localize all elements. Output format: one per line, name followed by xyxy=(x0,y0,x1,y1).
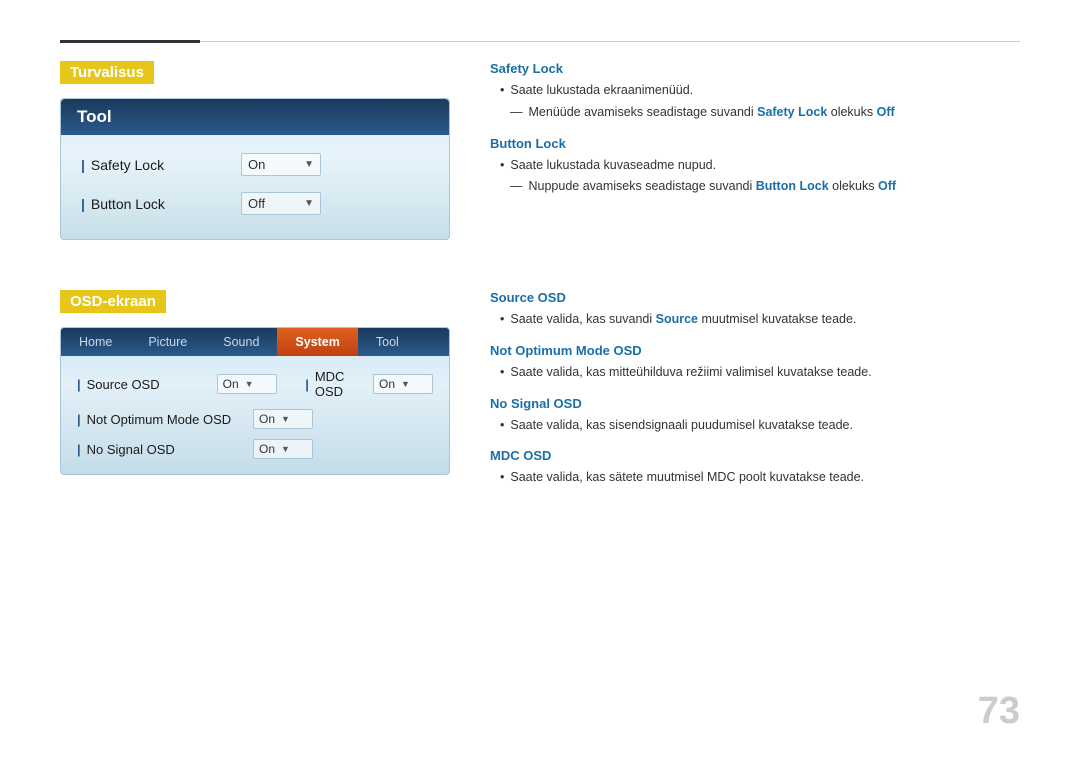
source-osd-select[interactable]: On ▼ xyxy=(217,374,277,394)
safety-lock-arrow-icon: ▼ xyxy=(304,159,314,170)
not-optimum-arrow-icon: ▼ xyxy=(281,414,290,424)
section-turvalisus: Turvalisus Tool Safety Lock On ▼ xyxy=(60,61,1020,240)
osd-row-nosignal: No Signal OSD On ▼ xyxy=(61,434,449,464)
safety-lock-label: Safety Lock xyxy=(81,157,241,173)
top-rule xyxy=(60,40,1020,43)
menu-home[interactable]: Home xyxy=(61,328,130,356)
not-optimum-select[interactable]: On ▼ xyxy=(253,409,313,429)
tool-panel: Tool Safety Lock On ▼ Button Lock xyxy=(60,98,450,240)
button-lock-label: Button Lock xyxy=(81,196,241,212)
tool-panel-body: Safety Lock On ▼ Button Lock Off xyxy=(61,135,449,239)
safety-lock-value: On xyxy=(248,157,296,172)
osd-menubar: Home Picture Sound System Tool xyxy=(61,328,449,356)
button-lock-desc-title: Button Lock xyxy=(490,136,1020,151)
turvalisus-left: Turvalisus Tool Safety Lock On ▼ xyxy=(60,61,450,240)
mdc-osd-desc-title: MDC OSD xyxy=(490,448,1020,463)
no-signal-arrow-icon: ▼ xyxy=(281,444,290,454)
no-signal-desc: No Signal OSD Saate valida, kas sisendsi… xyxy=(490,396,1020,435)
page-number: 73 xyxy=(978,690,1020,733)
menu-tool[interactable]: Tool xyxy=(358,328,417,356)
menu-system[interactable]: System xyxy=(277,328,357,356)
not-optimum-bullet1: Saate valida, kas mitteühilduva režiimi … xyxy=(490,363,1020,382)
tool-row-button: Button Lock Off ▼ xyxy=(61,184,449,223)
safety-lock-desc-title: Safety Lock xyxy=(490,61,1020,76)
source-osd-arrow-icon: ▼ xyxy=(245,379,254,389)
button-lock-value: Off xyxy=(248,196,296,211)
no-signal-bullet1: Saate valida, kas sisendsignaali puudumi… xyxy=(490,416,1020,435)
no-signal-label: No Signal OSD xyxy=(77,442,247,457)
source-osd-bullet1: Saate valida, kas suvandi Source muutmis… xyxy=(490,310,1020,329)
not-optimum-desc-title: Not Optimum Mode OSD xyxy=(490,343,1020,358)
osd-left: OSD-ekraan Home Picture Sound System Too… xyxy=(60,290,450,501)
osd-heading: OSD-ekraan xyxy=(60,290,166,313)
no-signal-select[interactable]: On ▼ xyxy=(253,439,313,459)
safety-lock-select[interactable]: On ▼ xyxy=(241,153,321,176)
tool-panel-title: Tool xyxy=(61,99,449,135)
page-container: Turvalisus Tool Safety Lock On ▼ xyxy=(0,0,1080,763)
mdc-osd-bullet1: Saate valida, kas sätete muutmisel MDC p… xyxy=(490,468,1020,487)
osd-row-notoptimum: Not Optimum Mode OSD On ▼ xyxy=(61,404,449,434)
mdc-osd-select[interactable]: On ▼ xyxy=(373,374,433,394)
section-osd: OSD-ekraan Home Picture Sound System Too… xyxy=(60,290,1020,501)
button-lock-desc: Button Lock Saate lukustada kuvaseadme n… xyxy=(490,136,1020,197)
source-osd-desc: Source OSD Saate valida, kas suvandi Sou… xyxy=(490,290,1020,329)
safety-lock-bullet1: Saate lukustada ekraanimenüüd. xyxy=(490,81,1020,100)
turvalisus-heading: Turvalisus xyxy=(60,61,154,84)
button-lock-arrow-icon: ▼ xyxy=(304,198,314,209)
mdc-osd-label: MDC OSD xyxy=(305,369,361,399)
safety-lock-sub1: Menüüde avamiseks seadistage suvandi Saf… xyxy=(490,103,1020,122)
source-osd-label: Source OSD xyxy=(77,377,211,392)
rule-thick xyxy=(60,40,200,43)
source-osd-desc-title: Source OSD xyxy=(490,290,1020,305)
no-signal-desc-title: No Signal OSD xyxy=(490,396,1020,411)
menu-sound[interactable]: Sound xyxy=(205,328,277,356)
safety-lock-desc: Safety Lock Saate lukustada ekraanimenüü… xyxy=(490,61,1020,122)
turvalisus-right: Safety Lock Saate lukustada ekraanimenüü… xyxy=(490,61,1020,240)
osd-right: Source OSD Saate valida, kas suvandi Sou… xyxy=(490,290,1020,501)
button-lock-bullet1: Saate lukustada kuvaseadme nupud. xyxy=(490,156,1020,175)
osd-row-source: Source OSD On ▼ MDC OSD On ▼ xyxy=(61,364,449,404)
button-lock-sub1: Nuppude avamiseks seadistage suvandi But… xyxy=(490,177,1020,196)
rule-thin xyxy=(200,41,1020,42)
not-optimum-label: Not Optimum Mode OSD xyxy=(77,412,247,427)
button-lock-select[interactable]: Off ▼ xyxy=(241,192,321,215)
osd-body: Source OSD On ▼ MDC OSD On ▼ xyxy=(61,356,449,474)
osd-panel: Home Picture Sound System Tool Source OS… xyxy=(60,327,450,475)
mdc-osd-desc: MDC OSD Saate valida, kas sätete muutmis… xyxy=(490,448,1020,487)
tool-row-safety: Safety Lock On ▼ xyxy=(61,145,449,184)
menu-picture[interactable]: Picture xyxy=(130,328,205,356)
mdc-osd-arrow-icon: ▼ xyxy=(401,379,410,389)
not-optimum-desc: Not Optimum Mode OSD Saate valida, kas m… xyxy=(490,343,1020,382)
